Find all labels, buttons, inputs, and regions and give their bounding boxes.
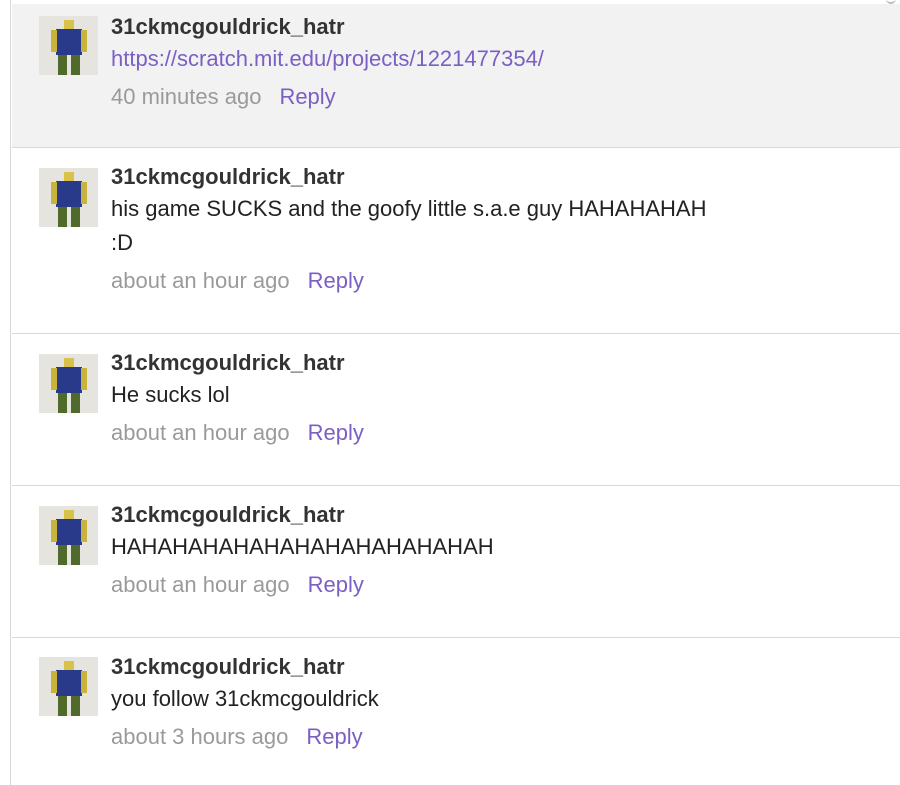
avatar-icon[interactable] — [39, 506, 98, 565]
comment-timestamp: about an hour ago — [111, 268, 290, 293]
comment-username[interactable]: 31ckmcgouldrick_hatr — [111, 14, 880, 40]
comment-username[interactable]: 31ckmcgouldrick_hatr — [111, 164, 880, 190]
reply-button[interactable]: Reply — [279, 84, 335, 109]
comment-item: 31ckmcgouldrick_hatr He sucks lol about … — [12, 334, 900, 486]
reply-button[interactable]: Reply — [308, 572, 364, 597]
comment-timestamp: about 3 hours ago — [111, 724, 289, 749]
comment-username[interactable]: 31ckmcgouldrick_hatr — [111, 654, 880, 680]
avatar-icon[interactable] — [39, 168, 98, 227]
avatar-icon[interactable] — [39, 354, 98, 413]
reply-button[interactable]: Reply — [306, 724, 362, 749]
comment-timestamp: 40 minutes ago — [111, 84, 262, 109]
comment-text: He sucks lol — [111, 382, 230, 407]
avatar-icon[interactable] — [39, 16, 98, 75]
reply-button[interactable]: Reply — [308, 268, 364, 293]
comment-username[interactable]: 31ckmcgouldrick_hatr — [111, 502, 880, 528]
comment-username[interactable]: 31ckmcgouldrick_hatr — [111, 350, 880, 376]
comment-text: HAHAHAHAHAHAHAHAHAHAHAHAH — [111, 534, 494, 559]
comment-item: 31ckmcgouldrick_hatr his game SUCKS and … — [12, 148, 900, 334]
comment-timestamp: about an hour ago — [111, 572, 290, 597]
comment-item: 31ckmcgouldrick_hatr https://scratch.mit… — [12, 4, 900, 148]
comment-item: 31ckmcgouldrick_hatr HAHAHAHAHAHAHAHAHAH… — [12, 486, 900, 638]
comment-link[interactable]: https://scratch.mit.edu/projects/1221477… — [111, 42, 880, 76]
reply-button[interactable]: Reply — [308, 420, 364, 445]
comment-text: his game SUCKS and the goofy little s.a.… — [111, 196, 707, 255]
comments-panel: 31ckmcgouldrick_hatr https://scratch.mit… — [10, 0, 900, 785]
comment-timestamp: about an hour ago — [111, 420, 290, 445]
avatar-icon[interactable] — [39, 657, 98, 716]
comment-text: you follow 31ckmcgouldrick — [111, 686, 379, 711]
comment-item: 31ckmcgouldrick_hatr you follow 31ckmcgo… — [12, 638, 900, 785]
